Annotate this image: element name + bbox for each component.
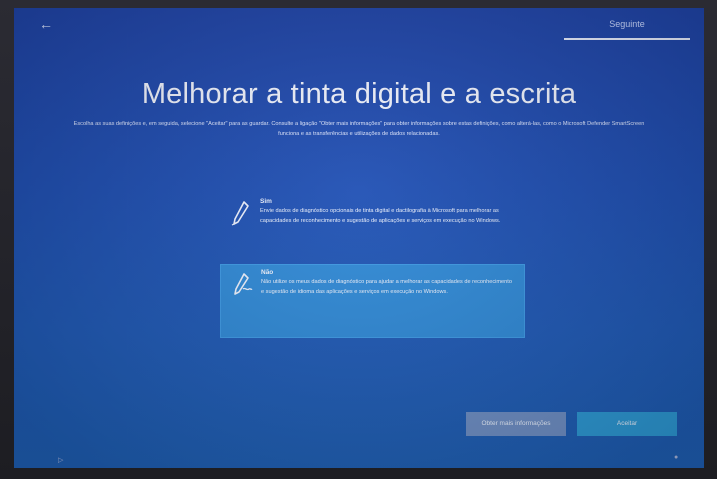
accept-button[interactable]: Aceitar (577, 412, 677, 436)
ease-of-access-icon[interactable]: ▷ (58, 456, 68, 466)
back-arrow-icon[interactable]: ← (36, 14, 56, 34)
option-yes-title: Sim (260, 198, 272, 205)
pen-off-icon (231, 271, 253, 297)
option-yes-description: Envie dados de diagnóstico opcionais de … (260, 208, 501, 224)
top-tab[interactable]: Seguinte (564, 14, 690, 40)
pen-icon (230, 200, 252, 226)
page-subtitle: Escolha as suas definições e, em seguida… (73, 121, 645, 137)
top-tab-label: Seguinte (609, 19, 645, 29)
more-info-button[interactable]: Obter mais informações (466, 412, 566, 436)
option-no[interactable]: Não Não utilize os meus dados de diagnós… (220, 264, 525, 338)
oobe-screen: ← Seguinte Melhorar a tinta digital e a … (14, 8, 704, 468)
option-yes[interactable]: Sim Envie dados de diagnóstico opcionais… (220, 194, 525, 266)
option-no-title: Não (261, 269, 274, 276)
option-no-description: Não utilize os meus dados de diagnóstico… (261, 279, 512, 295)
page-title: Melhorar a tinta digital e a escrita (141, 78, 577, 110)
volume-icon[interactable]: ● (674, 454, 684, 464)
